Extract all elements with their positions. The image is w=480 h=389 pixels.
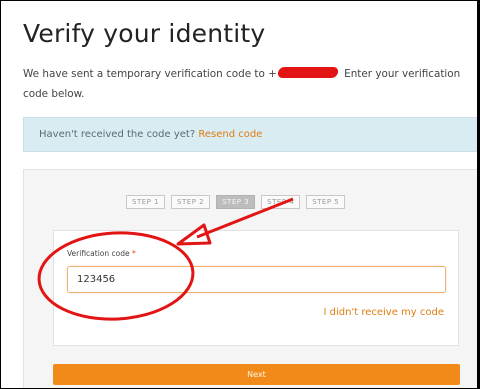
page-frame: Verify your identity We have sent a temp… (0, 0, 480, 389)
resend-code-link[interactable]: Resend code (198, 129, 262, 140)
next-button[interactable]: Next (53, 364, 460, 385)
verification-code-label-text: Verification code (67, 249, 130, 258)
verification-code-label: Verification code * (67, 249, 136, 258)
redacted-phone-number (276, 67, 339, 78)
verification-code-input[interactable] (67, 266, 446, 293)
required-marker: * (132, 249, 136, 258)
resend-info-bar: Haven't received the code yet? Resend co… (23, 117, 479, 152)
step-indicator: STEP 1 STEP 2 STEP 3 STEP 4 STEP 5 (126, 195, 346, 209)
step-1: STEP 1 (126, 195, 166, 209)
step-5: STEP 5 (306, 195, 346, 209)
didnt-receive-code-link[interactable]: I didn't receive my code (324, 307, 444, 318)
step-3-active: STEP 3 (216, 195, 256, 209)
info-text: Haven't received the code yet? Resend co… (39, 129, 262, 140)
description-prefix: We have sent a temporary verification co… (23, 68, 277, 80)
step-2: STEP 2 (171, 195, 211, 209)
page-title: Verify your identity (23, 19, 266, 48)
info-message: Haven't received the code yet? (39, 129, 196, 140)
page-description: We have sent a temporary verification co… (23, 64, 479, 104)
step-4: STEP 4 (261, 195, 301, 209)
